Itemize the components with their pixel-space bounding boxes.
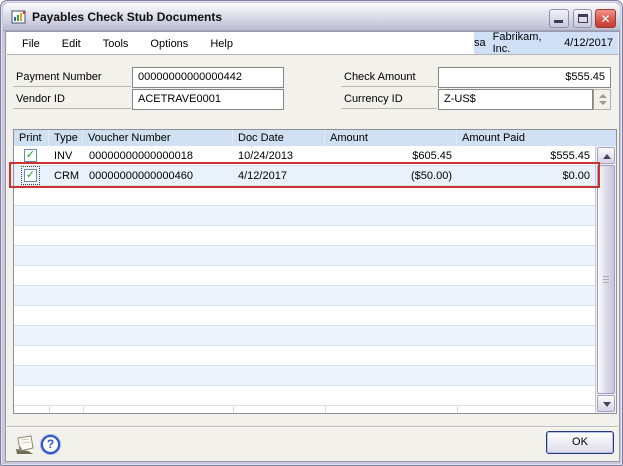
voucher-number-cell[interactable]: 00000000000000018 <box>89 146 233 166</box>
voucher-number-cell[interactable]: 00000000000000460 <box>89 166 233 186</box>
window-title: Payables Check Stub Documents <box>32 10 222 24</box>
doc-date-cell[interactable]: 4/12/2017 <box>238 166 325 186</box>
currency-id-label: Currency ID <box>341 89 437 109</box>
type-cell[interactable]: INV <box>54 146 84 166</box>
note-attachment-button[interactable] <box>13 432 37 456</box>
table-header: Print Type Voucher Number Doc Date Amoun… <box>14 130 616 146</box>
payment-number-label: Payment Number <box>13 67 131 87</box>
title-bar[interactable]: Payables Check Stub Documents ✕ <box>3 3 620 31</box>
vendor-id-field[interactable]: ACETRAVE0001 <box>132 89 284 110</box>
status-company[interactable]: Fabrikam, Inc. <box>493 31 557 55</box>
menu-options[interactable]: Options <box>139 34 199 54</box>
table-empty-row[interactable] <box>14 206 595 226</box>
documents-table: Print Type Voucher Number Doc Date Amoun… <box>13 129 617 414</box>
scroll-down-button[interactable] <box>597 395 615 412</box>
table-empty-row[interactable] <box>14 346 595 366</box>
table-empty-row[interactable] <box>14 306 595 326</box>
amount-paid-cell[interactable]: $0.00 <box>457 166 590 186</box>
amount-cell[interactable]: $605.45 <box>325 146 452 166</box>
print-checkbox[interactable]: ✓ <box>24 149 37 162</box>
type-cell[interactable]: CRM <box>54 166 84 186</box>
print-checkbox[interactable]: ✓ <box>24 169 37 182</box>
minimize-icon <box>554 20 563 23</box>
close-icon: ✕ <box>596 11 615 27</box>
session-status-bar: sa Fabrikam, Inc. 4/12/2017 <box>474 32 618 55</box>
table-empty-row[interactable] <box>14 226 595 246</box>
check-amount-label: Check Amount <box>341 67 437 87</box>
menu-help[interactable]: Help <box>199 34 244 54</box>
empty-rows-container <box>14 186 595 406</box>
status-user: sa <box>474 37 486 49</box>
help-icon: ? <box>47 437 54 451</box>
amount-cell[interactable]: ($50.00) <box>325 166 452 186</box>
bottom-separator <box>7 426 618 428</box>
scroll-up-button[interactable] <box>597 147 615 164</box>
scrollbar-grip-icon <box>603 276 609 284</box>
menu-edit[interactable]: Edit <box>51 34 92 54</box>
col-header-doc-date[interactable]: Doc Date <box>233 130 325 146</box>
table-empty-row[interactable] <box>14 366 595 386</box>
table-empty-row[interactable] <box>14 266 595 286</box>
payables-check-stub-window: Payables Check Stub Documents ✕ File Edi… <box>0 0 623 466</box>
window-chart-icon <box>11 9 27 25</box>
doc-date-cell[interactable]: 10/24/2013 <box>238 146 325 166</box>
currency-expansion-button[interactable] <box>593 89 611 110</box>
print-cell: ✓ <box>14 146 49 166</box>
menu-items: File Edit Tools Options Help <box>11 32 244 55</box>
payment-number-field[interactable]: 00000000000000442 <box>132 67 284 88</box>
scroll-down-icon <box>603 402 611 407</box>
table-empty-row[interactable] <box>14 386 595 406</box>
col-header-type[interactable]: Type <box>49 130 83 146</box>
print-cell: ✓ <box>14 166 49 186</box>
close-button[interactable]: ✕ <box>595 9 616 28</box>
amount-paid-cell[interactable]: $555.45 <box>457 146 590 166</box>
scroll-up-icon <box>603 154 611 159</box>
menu-tools[interactable]: Tools <box>92 34 140 54</box>
table-empty-row[interactable] <box>14 186 595 206</box>
currency-id-field[interactable]: Z-US$ <box>438 89 593 110</box>
vendor-id-label: Vendor ID <box>13 89 131 109</box>
table-row-crm[interactable]: ✓ CRM 00000000000000460 4/12/2017 ($50.0… <box>14 166 595 186</box>
spinner-down-icon <box>599 101 607 105</box>
maximize-button[interactable] <box>573 9 592 28</box>
col-header-voucher-number[interactable]: Voucher Number <box>83 130 233 146</box>
col-header-print[interactable]: Print <box>14 130 49 146</box>
ok-button[interactable]: OK <box>546 431 614 454</box>
maximize-icon <box>578 14 588 23</box>
check-amount-field[interactable]: $555.45 <box>438 67 611 88</box>
table-empty-row[interactable] <box>14 286 595 306</box>
table-empty-row[interactable] <box>14 246 595 266</box>
vertical-scrollbar[interactable] <box>595 146 616 413</box>
scrollbar-thumb[interactable] <box>597 165 615 394</box>
menu-file[interactable]: File <box>11 34 51 54</box>
minimize-button[interactable] <box>549 9 569 28</box>
table-row-inv[interactable]: ✓ INV 00000000000000018 10/24/2013 $605.… <box>14 146 595 166</box>
status-date[interactable]: 4/12/2017 <box>564 37 613 49</box>
col-header-amount[interactable]: Amount <box>325 130 457 146</box>
col-header-amount-paid[interactable]: Amount Paid <box>457 130 616 146</box>
spinner-up-icon <box>599 94 607 98</box>
table-empty-row[interactable] <box>14 326 595 346</box>
help-button[interactable]: ? <box>41 435 60 454</box>
table-body: ✓ INV 00000000000000018 10/24/2013 $605.… <box>14 146 595 413</box>
